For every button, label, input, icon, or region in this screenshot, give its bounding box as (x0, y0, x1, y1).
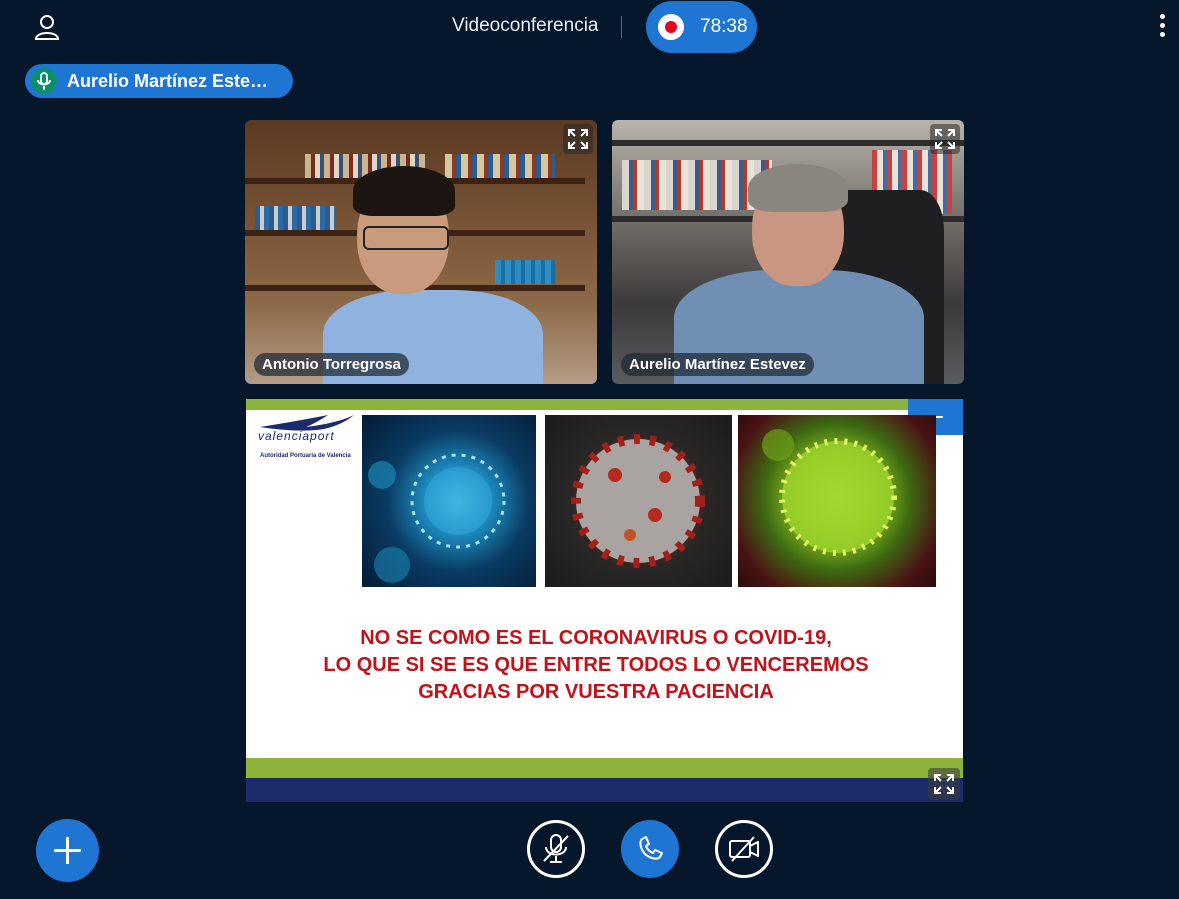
title-separator (621, 16, 622, 38)
plus-icon (54, 837, 81, 864)
user-icon[interactable] (34, 14, 60, 40)
add-button[interactable] (36, 819, 99, 882)
expand-icon[interactable] (563, 124, 593, 154)
recording-time: 78:38 (700, 16, 748, 37)
microphone-off-icon (543, 834, 569, 863)
valenciaport-logo: valenciaport Autoridad Portuaria de Vale… (258, 413, 358, 465)
video-tile[interactable]: Antonio Torregrosa (245, 120, 597, 384)
slide-line: LO QUE SI SE ES QUE ENTRE TODOS LO VENCE… (323, 654, 869, 676)
recording-indicator[interactable]: 78:38 (646, 1, 757, 53)
expand-icon[interactable] (928, 768, 960, 800)
slide-line: NO SE COMO ES EL CORONAVIRUS O COVID-19, (360, 627, 832, 649)
record-icon (658, 14, 684, 40)
expand-icon[interactable] (930, 124, 960, 154)
camera-button[interactable] (715, 820, 773, 878)
video-tile[interactable]: Aurelio Martínez Estevez (612, 120, 964, 384)
slide-top-bar (246, 399, 963, 410)
slide-footer-bar (246, 778, 963, 802)
talking-indicator[interactable]: Aurelio Martínez Este… (25, 64, 293, 98)
meeting-title: Videoconferencia (452, 15, 599, 36)
more-vertical-icon[interactable] (1154, 14, 1170, 42)
virus-image (362, 415, 536, 587)
slide-bottom-bar (246, 758, 963, 778)
slide-line: GRACIAS POR VUESTRA PACIENCIA (418, 681, 774, 703)
participant-name: Antonio Torregrosa (254, 353, 409, 376)
virus-image (738, 415, 936, 587)
virus-image (545, 415, 732, 587)
participant-name: Aurelio Martínez Estevez (621, 353, 814, 376)
leave-audio-button[interactable] (621, 820, 679, 878)
talking-participant-name: Aurelio Martínez Este… (67, 71, 269, 91)
mute-button[interactable] (527, 820, 585, 878)
slide-message: NO SE COMO ES EL CORONAVIRUS O COVID-19,… (246, 625, 946, 706)
top-bar: Videoconferencia 78:38 (0, 0, 1179, 56)
phone-icon (639, 836, 663, 860)
presentation-area[interactable]: valenciaport Autoridad Portuaria de Vale… (246, 399, 963, 802)
camera-off-icon (729, 836, 759, 862)
microphone-icon (31, 68, 57, 94)
